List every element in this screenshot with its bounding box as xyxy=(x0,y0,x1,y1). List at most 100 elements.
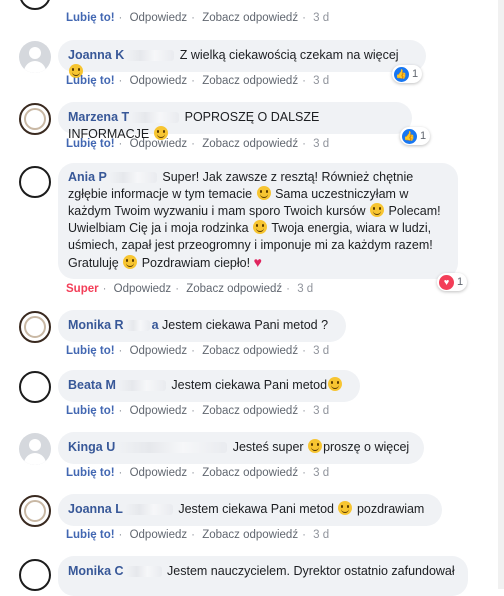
author-name[interactable]: Kinga U xyxy=(68,440,115,454)
reply-button[interactable]: Odpowiedz xyxy=(130,529,188,541)
smile-emoji-icon xyxy=(328,377,343,391)
timestamp[interactable]: 3 d xyxy=(313,405,329,417)
see-reply-button[interactable]: Zobacz odpowiedź xyxy=(202,345,298,357)
smile-emoji-icon xyxy=(308,439,323,453)
see-reply-button[interactable]: Zobacz odpowiedź xyxy=(202,405,298,417)
comment-text-line: Twoja energia, wiara w ludzi, xyxy=(268,221,432,235)
reply-button[interactable]: Odpowiedz xyxy=(130,12,188,24)
heart-icon: ♥ xyxy=(253,254,262,270)
see-reply-button[interactable]: Zobacz odpowiedź xyxy=(202,12,298,24)
avatar[interactable] xyxy=(19,495,51,527)
timestamp[interactable]: 3 d xyxy=(313,75,329,87)
comment-text: Jestem ciekawa Pani metod xyxy=(174,502,334,516)
author-name[interactable]: Joanna L xyxy=(68,502,123,516)
reaction-count[interactable]: 👍 1 xyxy=(392,65,423,83)
reply-button[interactable]: Odpowiedz xyxy=(130,345,188,357)
timestamp[interactable]: 3 d xyxy=(297,283,313,295)
comment-bubble: Monika R a Jestem ciekawa Pani metod ? xyxy=(58,310,346,342)
reply-button[interactable]: Odpowiedz xyxy=(130,75,188,87)
like-button[interactable]: Lubię to! xyxy=(66,345,115,357)
timestamp[interactable]: 3 d xyxy=(313,345,329,357)
reply-button[interactable]: Odpowiedz xyxy=(130,467,188,479)
reply-button[interactable]: Odpowiedz xyxy=(114,283,172,295)
comment-text-line: zgłębie informacje w tym temacie xyxy=(68,187,253,201)
comment-text-line: Sama uczestniczyłam w xyxy=(271,187,409,201)
blurred-name xyxy=(131,112,180,124)
comment-actions: Lubię to! · Odpowiedz · Zobacz odpowiedź · … xyxy=(66,529,330,541)
blurred-name xyxy=(125,320,150,332)
reply-button[interactable]: Odpowiedz xyxy=(130,405,188,417)
comment-actions: Lubię to! · Odpowiedz · Zobacz odpowiedź · … xyxy=(66,12,330,24)
like-button[interactable]: Lubię to! xyxy=(66,467,115,479)
author-name[interactable]: Monika R xyxy=(68,318,124,332)
timestamp[interactable]: 3 d xyxy=(313,467,329,479)
smile-emoji-icon xyxy=(256,186,271,200)
comment-text-line: Super! Jak zawsze z resztą! Również chęt… xyxy=(158,170,414,184)
comment-bubble: Marzena T POPROSZĘ O DALSZE INFORMACJE xyxy=(58,102,412,141)
comment-bubble: Ania P Super! Jak zawsze z resztą! Równi… xyxy=(58,163,458,279)
thumbs-up-icon: 👍 xyxy=(402,128,417,144)
comment-actions: Lubię to! · Odpowiedz · Zobacz odpowiedź · … xyxy=(66,138,330,150)
author-tail: a xyxy=(151,318,159,332)
comment-text-line: Pozdrawiam ciepło! xyxy=(138,256,251,270)
see-reply-button[interactable]: Zobacz odpowiedź xyxy=(202,138,298,150)
author-name[interactable]: Ania P xyxy=(68,170,107,184)
comment-text-line: Polecam! xyxy=(385,204,441,218)
reaction-count[interactable]: ♥ 1 xyxy=(437,273,468,291)
timestamp[interactable]: 3 d xyxy=(313,138,329,150)
smile-emoji-icon xyxy=(123,255,138,269)
avatar[interactable] xyxy=(19,0,51,10)
avatar[interactable] xyxy=(19,559,51,591)
like-button[interactable]: Lubię to! xyxy=(66,529,115,541)
comment-text: Jestem ciekawa Pani metod xyxy=(167,378,328,392)
avatar[interactable] xyxy=(19,103,51,135)
timestamp[interactable]: 3 d xyxy=(313,12,329,24)
avatar[interactable] xyxy=(19,41,51,73)
comment-text: Z wielką ciekawością czekam na więcej xyxy=(176,48,399,62)
see-reply-button[interactable]: Zobacz odpowiedź xyxy=(202,529,298,541)
author-name[interactable]: Marzena T xyxy=(68,110,129,124)
reply-button[interactable]: Odpowiedz xyxy=(130,138,188,150)
comment-text-line: uśmiech, zapał jest przeogromny i imponu… xyxy=(68,238,433,252)
avatar[interactable] xyxy=(19,371,51,403)
author-name[interactable]: Monika C xyxy=(68,564,124,578)
comment-text-line: Gratuluję xyxy=(68,256,119,270)
comment-text-line: Uwielbiam Cię ja i moja rodzinka xyxy=(68,221,249,235)
super-reaction-button[interactable]: Super xyxy=(66,283,99,295)
blurred-name xyxy=(108,172,157,184)
smile-emoji-icon xyxy=(253,220,268,234)
smile-emoji-icon xyxy=(338,501,353,515)
blurred-name xyxy=(124,504,173,516)
comment-actions: Lubię to! · Odpowiedz · Zobacz odpowiedź · … xyxy=(66,75,330,87)
blurred-name xyxy=(117,380,166,392)
thumbs-up-icon: 👍 xyxy=(394,66,409,82)
blurred-name xyxy=(126,50,175,62)
like-button[interactable]: Lubię to! xyxy=(66,12,115,24)
heart-icon: ♥ xyxy=(439,274,454,290)
avatar[interactable] xyxy=(19,433,51,465)
comment-bubble: Monika C Jestem nauczycielem. Dyrektor o… xyxy=(58,556,468,596)
comment-text: Jesteś super xyxy=(229,440,304,454)
timestamp[interactable]: 3 d xyxy=(313,529,329,541)
like-button[interactable]: Lubię to! xyxy=(66,138,115,150)
scrollbar[interactable] xyxy=(498,0,504,589)
avatar[interactable] xyxy=(19,166,51,198)
comment-bubble: Joanna L Jestem ciekawa Pani metod pozdr… xyxy=(58,494,442,526)
like-button[interactable]: Lubię to! xyxy=(66,75,115,87)
author-name[interactable]: Joanna K xyxy=(68,48,124,62)
avatar[interactable] xyxy=(19,311,51,343)
see-reply-button[interactable]: Zobacz odpowiedź xyxy=(202,467,298,479)
reaction-count[interactable]: 👍 1 xyxy=(400,127,431,145)
blurred-name xyxy=(117,442,228,454)
comment-text: Jestem ciekawa Pani metod ? xyxy=(158,318,329,332)
see-reply-button[interactable]: Zobacz odpowiedź xyxy=(202,75,298,87)
comment-text-2: pozdrawiam xyxy=(353,502,425,516)
comment-bubble: Joanna K Z wielką ciekawością czekam na … xyxy=(58,40,426,78)
comment-actions: Super · Odpowiedz · Zobacz odpowiedź · 3 d xyxy=(66,283,314,295)
like-button[interactable]: Lubię to! xyxy=(66,405,115,417)
comment-actions: Lubię to! · Odpowiedz · Zobacz odpowiedź · … xyxy=(66,467,330,479)
comment-text-line: każdym Twoim wyzwaniu i mam sporo Twoich… xyxy=(68,204,366,218)
author-name[interactable]: Beata M xyxy=(68,378,116,392)
comment-actions: Lubię to! · Odpowiedz · Zobacz odpowiedź · … xyxy=(66,345,330,357)
see-reply-button[interactable]: Zobacz odpowiedź xyxy=(186,283,282,295)
